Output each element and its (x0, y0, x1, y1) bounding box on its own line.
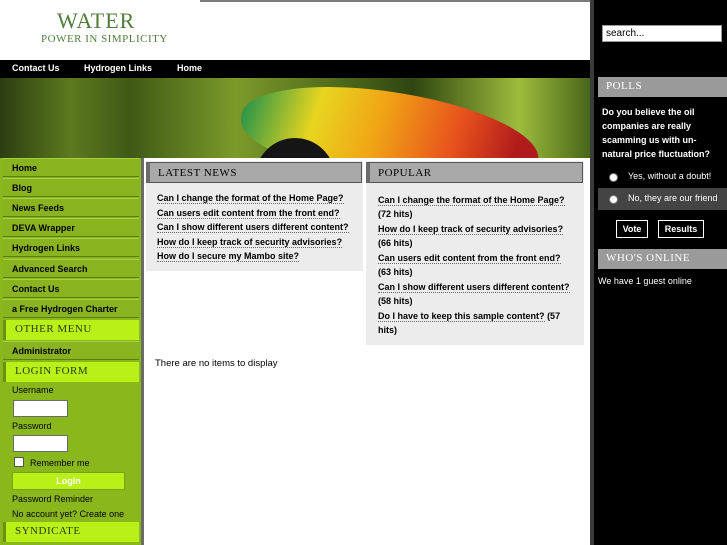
remember-me-label: Remember me (30, 458, 90, 468)
popular-item[interactable]: How do I keep track of security advisori… (378, 222, 578, 250)
password-reminder-link[interactable]: Password Reminder (12, 494, 93, 504)
username-label: Username (12, 385, 54, 395)
login-button[interactable]: Login (12, 472, 125, 490)
username-input[interactable] (13, 400, 68, 417)
sidebar-item-deva-wrapper[interactable]: DEVA Wrapper (3, 218, 139, 237)
latest-news-item[interactable]: Can users edit content from the front en… (157, 208, 340, 219)
popular-item[interactable]: Can I change the format of the Home Page… (378, 193, 578, 221)
radio-icon[interactable] (609, 173, 618, 182)
header: WATER POWER IN SIMPLICITY (0, 0, 590, 60)
remember-me-checkbox[interactable] (14, 457, 24, 467)
no-items-message: There are no items to display (155, 358, 278, 369)
search-input[interactable] (602, 25, 722, 42)
popular-item[interactable]: Do I have to keep this sample content? (… (378, 309, 578, 337)
password-input[interactable] (13, 435, 68, 452)
logo-subtitle: POWER IN SIMPLICITY (41, 33, 168, 45)
vote-button[interactable]: Vote (616, 220, 648, 238)
topnav-home[interactable]: Home (177, 63, 202, 73)
polls-heading: POLLS (598, 77, 727, 97)
poll-question: Do you believe the oil companies are rea… (602, 107, 711, 159)
popular-item[interactable]: Can users edit content from the front en… (378, 251, 578, 279)
whos-online-heading: WHO'S ONLINE (598, 249, 727, 269)
toucan-banner-image (0, 78, 590, 158)
poll-option-yes[interactable]: Yes, without a doubt! (598, 166, 727, 188)
sidebar-item-blog[interactable]: Blog (3, 178, 139, 197)
radio-icon[interactable] (609, 195, 618, 204)
other-menu-heading: OTHER MENU (3, 320, 139, 340)
popular-heading: POPULAR (366, 162, 583, 183)
login-form-heading: LOGIN FORM (3, 362, 139, 382)
sidebar-item-home[interactable]: Home (3, 158, 139, 177)
password-label: Password (12, 421, 52, 431)
results-button[interactable]: Results (658, 220, 704, 238)
latest-news-item[interactable]: How do I keep track of security advisori… (157, 237, 343, 248)
sidebar-item-hydrogen-charter[interactable]: a Free Hydrogen Charter (3, 299, 139, 318)
create-account-link[interactable]: Create one (80, 509, 125, 519)
right-sidebar: POLLS Do you believe the oil companies a… (590, 0, 727, 545)
popular-item[interactable]: Can I show different users different con… (378, 280, 578, 308)
latest-news-heading: LATEST NEWS (146, 162, 362, 183)
sidebar-item-hydrogen-links[interactable]: Hydrogen Links (3, 238, 139, 257)
no-account-label: No account yet? (12, 509, 78, 519)
no-account-text: No account yet? Create one (12, 509, 124, 519)
sidebar-item-administrator[interactable]: Administrator (3, 341, 139, 360)
syndicate-heading: SYNDICATE (3, 522, 139, 542)
logo-title[interactable]: WATER (57, 8, 135, 34)
whos-online-text: We have 1 guest online (598, 276, 692, 286)
sidebar-item-advanced-search[interactable]: Advanced Search (3, 259, 139, 278)
header-top-rule (200, 0, 590, 2)
latest-news-item[interactable]: Can I show different users different con… (157, 222, 349, 233)
top-nav: Contact Us Hydrogen Links Home (0, 60, 590, 78)
latest-news-item[interactable]: Can I change the format of the Home Page… (157, 193, 344, 204)
latest-news-item[interactable]: How do I secure my Mambo site? (157, 251, 300, 262)
sidebar-item-news-feeds[interactable]: News Feeds (3, 198, 139, 217)
topnav-hydrogen-links[interactable]: Hydrogen Links (84, 63, 152, 73)
topnav-contact-us[interactable]: Contact Us (12, 63, 60, 73)
sidebar-item-contact-us[interactable]: Contact Us (3, 279, 139, 298)
poll-option-no[interactable]: No, they are our friend (598, 188, 727, 210)
